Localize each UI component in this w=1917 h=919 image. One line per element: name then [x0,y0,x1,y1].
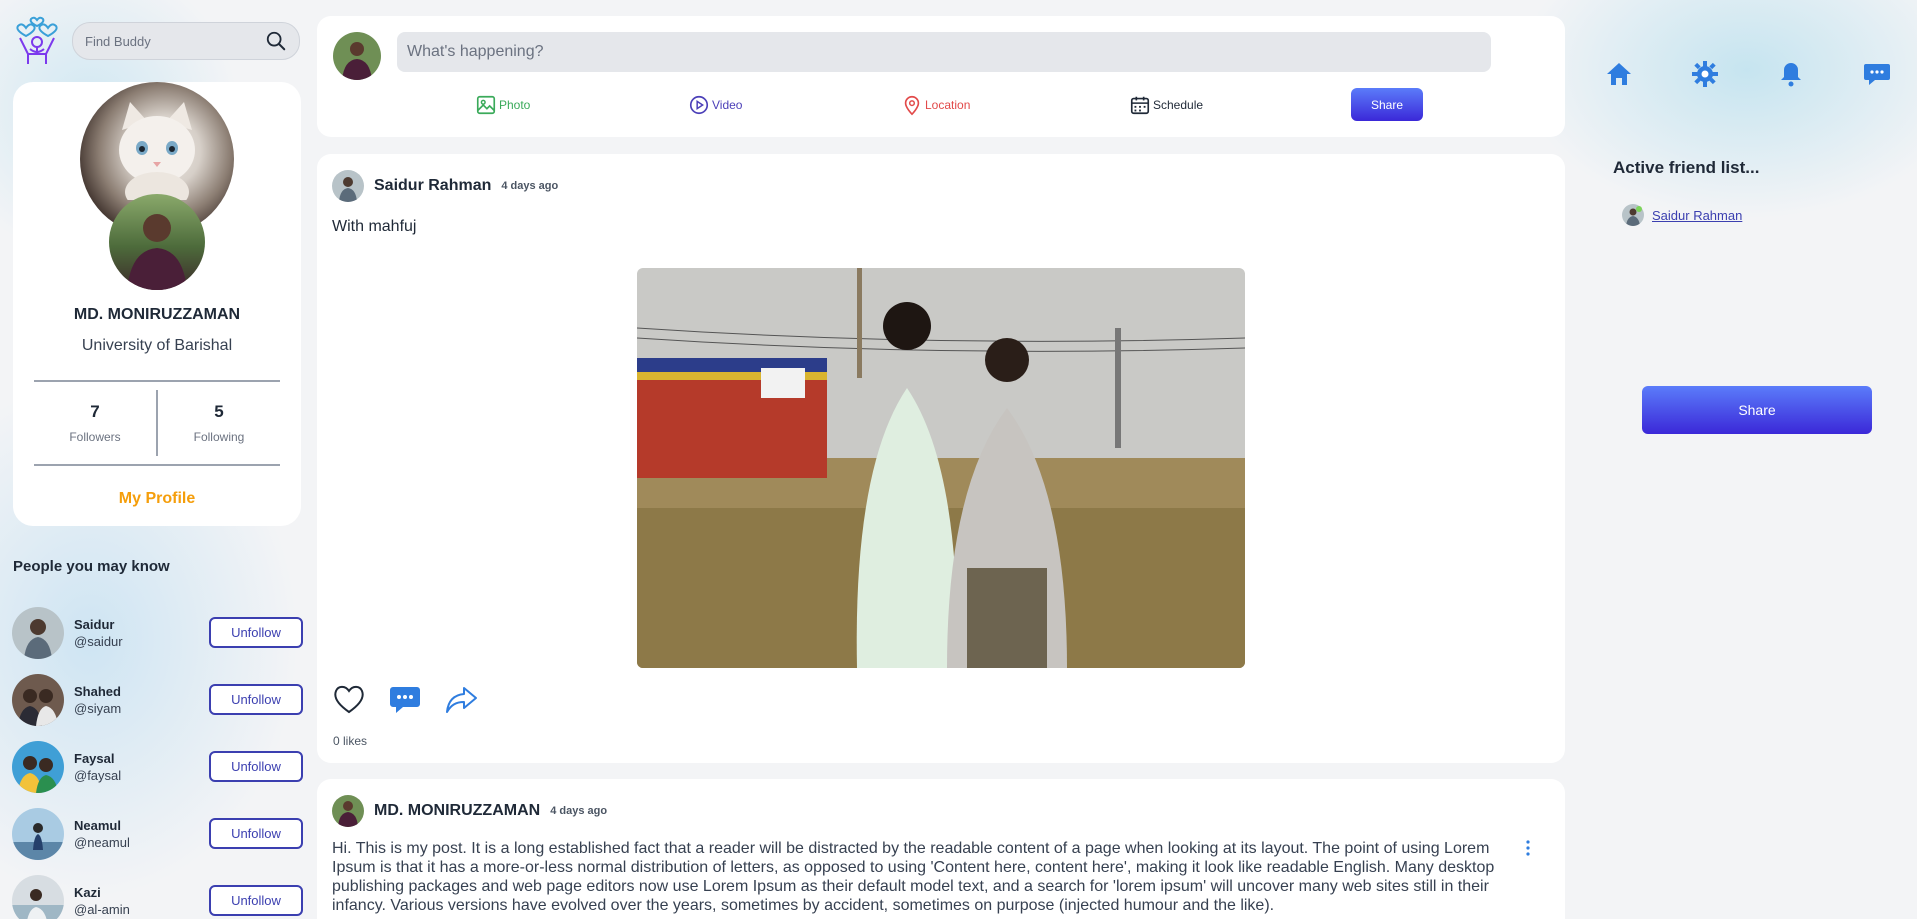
post-time: 4 days ago [550,805,608,817]
post-text: With mahfuj [332,218,417,235]
photo-option[interactable]: Photo [475,94,530,116]
person-handle: @saidur [74,634,123,649]
list-item: Kazi @al-amin Unfollow [12,875,303,919]
share-button-large[interactable]: Share [1642,386,1872,434]
photo-label: Photo [499,98,531,112]
avatar[interactable] [333,32,381,80]
person-handle: @al-amin [74,902,130,917]
post-author[interactable]: MD. MONIRUZZAMAN [374,802,540,820]
photo-icon [476,95,496,115]
avatar[interactable] [12,875,64,919]
location-label: Location [925,98,971,112]
person-name: Kazi [74,885,101,900]
heart-icon[interactable] [332,682,366,716]
post-actions [332,682,478,716]
video-label: Video [712,98,743,112]
more-options-icon[interactable] [1525,839,1531,857]
following-count: 5 [214,402,224,421]
likes-count: 0 likes [333,734,368,748]
comment-icon[interactable] [388,682,422,716]
avatar[interactable] [12,674,64,726]
person-name: Shahed [74,684,121,699]
logo-icon[interactable] [12,16,62,66]
person-handle: @siyam [74,701,122,716]
post-card: MD. MONIRUZZAMAN 4 days ago Hi. This is … [317,779,1565,919]
list-item: Faysal @faysal Unfollow [12,741,303,808]
profile-avatar[interactable] [109,194,205,290]
avatar[interactable] [12,808,64,860]
unfollow-button[interactable]: Unfollow [209,885,303,916]
following-stat[interactable]: 5 Following [156,390,280,456]
post-text: Hi. This is my post. It is a long establ… [332,840,1495,914]
message-icon[interactable] [1863,60,1891,88]
unfollow-button[interactable]: Unfollow [209,684,303,715]
online-status-indicator [1636,206,1642,212]
my-profile-link[interactable]: My Profile [13,490,301,508]
active-friend-list-title: Active friend list... [1613,158,1760,177]
video-icon [689,95,709,115]
list-item: Neamul @neamul Unfollow [12,808,303,875]
person-handle: @neamul [74,835,130,850]
followers-count: 7 [90,402,100,421]
avatar[interactable] [332,795,364,827]
profile-stats: 7 Followers 5 Following [34,380,280,466]
person-name: Saidur [74,617,115,632]
profile-name: MD. MONIRUZZAMAN [73,306,241,323]
avatar[interactable] [12,741,64,793]
following-label: Following [193,430,245,444]
post-author[interactable]: Saidur Rahman [374,177,491,195]
cat-illustration [119,102,195,200]
person-name: Neamul [74,818,121,833]
people-list: Saidur @saidur Unfollow Shahed @siyam Un… [12,607,303,919]
video-option[interactable]: Video [688,94,742,116]
avatar[interactable] [12,607,64,659]
post-time: 4 days ago [501,180,559,192]
search-bar[interactable] [72,22,300,60]
post-header: MD. MONIRUZZAMAN 4 days ago [332,795,607,827]
unfollow-button[interactable]: Unfollow [209,751,303,782]
settings-icon[interactable] [1691,60,1719,88]
post-composer: Photo Video Location Schedule Share [317,16,1565,137]
avatar[interactable] [332,170,364,202]
share-icon[interactable] [444,682,478,716]
post-header: Saidur Rahman 4 days ago [332,170,558,202]
post-image[interactable] [637,268,1245,668]
unfollow-button[interactable]: Unfollow [209,818,303,849]
list-item: Saidur @saidur Unfollow [12,607,303,674]
post-card: Saidur Rahman 4 days ago With mahfuj 0 l [317,154,1565,763]
composer-input[interactable] [397,32,1491,72]
calendar-icon [1130,96,1150,115]
left-sidebar: MD. MONIRUZZAMAN University of Barishal … [0,0,310,919]
active-friend-name[interactable]: Saidur Rahman [1652,208,1742,223]
people-you-may-know-title: People you may know [13,558,170,575]
search-icon[interactable] [265,30,287,52]
notification-icon[interactable] [1777,60,1805,88]
location-icon [904,95,920,116]
followers-label: Followers [69,430,121,444]
list-item: Shahed @siyam Unfollow [12,674,303,741]
search-input[interactable] [85,33,265,49]
top-nav [1605,60,1891,88]
person-name: Faysal [74,751,115,766]
schedule-label: Schedule [1153,98,1204,112]
share-button[interactable]: Share [1351,88,1423,121]
schedule-option[interactable]: Schedule [1129,94,1203,116]
home-icon[interactable] [1605,60,1633,88]
followers-stat[interactable]: 7 Followers [34,382,156,464]
profile-school: University of Barishal [81,337,233,354]
unfollow-button[interactable]: Unfollow [209,617,303,648]
location-option[interactable]: Location [901,94,970,116]
profile-card: MD. MONIRUZZAMAN University of Barishal … [13,82,301,526]
person-handle: @faysal [74,768,122,783]
